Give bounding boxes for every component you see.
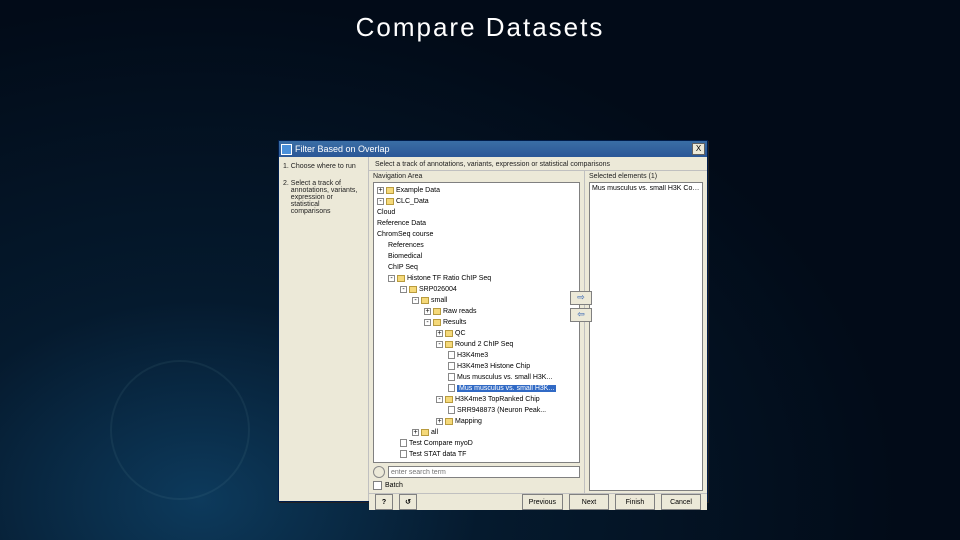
expand-icon[interactable]: + [377,187,384,194]
step1-text: Choose where to run [291,163,361,170]
tree-item[interactable]: Mapping [455,418,482,425]
folder-icon [421,297,429,304]
tree-item[interactable]: Results [443,319,466,326]
step1-number: 1. [283,163,289,170]
tree-item[interactable]: SRP026004 [419,286,457,293]
folder-icon [433,319,441,326]
selected-label: Selected elements (1) [589,173,703,180]
folder-icon [386,187,394,194]
folder-icon [386,198,394,205]
folder-icon [445,341,453,348]
tree-item[interactable]: Test Compare myoD [409,440,473,447]
tree-item[interactable]: Example Data [396,187,440,194]
wizard-steps: 1. Choose where to run 2. Select a track… [279,157,369,501]
folder-icon [409,286,417,293]
expand-icon[interactable]: - [436,396,443,403]
tree-item[interactable]: Biomedical [388,253,422,260]
tree-item[interactable]: Round 2 ChIP Seq [455,341,513,348]
tree-item[interactable]: Reference Data [377,220,426,227]
tree-item[interactable]: SRR948873 (Neuron Peak... [457,407,546,414]
file-icon [400,450,407,458]
file-icon [448,373,455,381]
tree-item[interactable]: all [431,429,438,436]
close-button[interactable]: X [692,143,705,155]
cancel-button[interactable]: Cancel [661,494,701,510]
navigation-panel: Navigation Area + Example Data - CLC_Data … [369,171,585,493]
button-bar: ? ↺ Previous Next Finish Cancel [369,493,707,510]
file-icon [448,384,455,392]
slide-title: Compare Datasets [0,0,960,43]
tree-item-selected[interactable]: Mus musculus vs. small H3K... [457,385,556,392]
navigation-tree[interactable]: + Example Data - CLC_Data Cloud Reference … [373,182,580,463]
folder-icon [445,396,453,403]
tree-item[interactable]: small [431,297,447,304]
previous-button[interactable]: Previous [522,494,563,510]
next-button[interactable]: Next [569,494,609,510]
expand-icon[interactable]: - [436,341,443,348]
background-swirl [110,360,250,500]
expand-icon[interactable]: + [436,418,443,425]
expand-icon[interactable]: - [377,198,384,205]
folder-icon [433,308,441,315]
tree-item[interactable]: CLC_Data [396,198,429,205]
tree-item[interactable]: QC [455,330,466,337]
tree-item[interactable]: H3K4me3 [457,352,488,359]
instruction-text: Select a track of annotations, variants,… [369,157,707,171]
tree-item[interactable]: Test STAT data TF [409,451,466,458]
tree-item[interactable]: H3K4me3 Histone Chip [457,363,530,370]
tree-item[interactable]: H3K4me3 TopRanked Chip [455,396,540,403]
main-column: Select a track of annotations, variants,… [369,157,707,501]
nav-label: Navigation Area [373,173,580,180]
file-icon [448,362,455,370]
add-button[interactable]: ⇨ [570,291,592,305]
folder-icon [445,418,453,425]
file-icon [448,406,455,414]
step2-text: Select a track of annotations, variants,… [291,180,361,215]
remove-button[interactable]: ⇦ [570,308,592,322]
expand-icon[interactable]: + [424,308,431,315]
expand-icon[interactable]: + [436,330,443,337]
app-icon [281,144,292,155]
batch-checkbox[interactable] [373,481,382,490]
expand-icon[interactable]: - [424,319,431,326]
file-icon [400,439,407,447]
selected-item[interactable]: Mus musculus vs. small H3K Con... [592,185,700,192]
tree-item[interactable]: ChIP Seq [388,264,418,271]
expand-icon[interactable]: - [412,297,419,304]
wizard-window: Filter Based on Overlap X 1. Choose wher… [278,140,708,502]
tree-item[interactable]: Mus musculus vs. small H3K... [457,374,552,381]
search-icon [373,466,385,478]
tree-item[interactable]: Raw reads [443,308,476,315]
tree-item[interactable]: References [388,242,424,249]
help-button[interactable]: ? [375,494,393,510]
expand-icon[interactable]: - [400,286,407,293]
window-title: Filter Based on Overlap [295,144,390,154]
selected-list[interactable]: Mus musculus vs. small H3K Con... [589,182,703,491]
reset-button[interactable]: ↺ [399,494,417,510]
tree-item[interactable]: ChromSeq course [377,231,433,238]
expand-icon[interactable]: + [412,429,419,436]
tree-item[interactable]: Cloud [377,209,395,216]
finish-button[interactable]: Finish [615,494,655,510]
batch-label: Batch [385,482,403,489]
folder-icon [397,275,405,282]
step2-number: 2. [283,180,289,187]
folder-icon [421,429,429,436]
search-input[interactable] [388,466,580,478]
folder-icon [445,330,453,337]
expand-icon[interactable]: - [388,275,395,282]
file-icon [448,351,455,359]
title-bar: Filter Based on Overlap X [279,141,707,157]
tree-item[interactable]: Histone TF Ratio ChIP Seq [407,275,491,282]
selected-panel: ⇨ ⇦ Selected elements (1) Mus musculus v… [585,171,707,493]
